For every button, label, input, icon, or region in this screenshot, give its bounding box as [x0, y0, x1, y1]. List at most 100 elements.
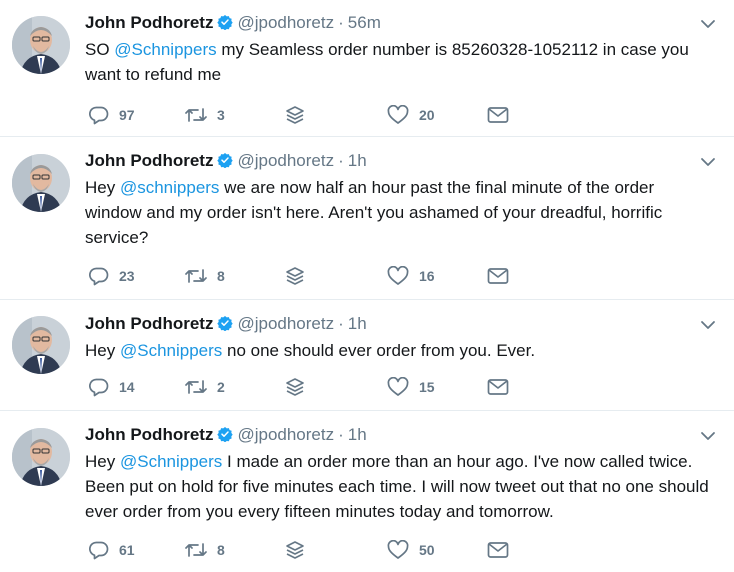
- reply-button[interactable]: 61: [89, 539, 135, 561]
- tweet-text: Hey @schnippers we are now half an hour …: [85, 175, 715, 250]
- tweet-card[interactable]: John Podhoretz @jpodhoretz · 56m SO @Schnip…: [0, 0, 734, 137]
- avatar[interactable]: [12, 316, 70, 374]
- tweet-text: Hey @Schnippers no one should ever order…: [85, 338, 715, 363]
- mention-link[interactable]: @schnippers: [120, 178, 219, 197]
- reply-count: 97: [119, 107, 135, 123]
- verified-badge-icon: [217, 316, 234, 331]
- stack-icon: [286, 267, 304, 285]
- separator-dot: ·: [338, 425, 344, 444]
- separator-dot: ·: [338, 314, 344, 333]
- separator-dot: ·: [338, 151, 344, 170]
- reply-icon: [89, 541, 109, 560]
- message-button[interactable]: [487, 104, 509, 126]
- reply-button[interactable]: 23: [89, 265, 135, 287]
- like-count: 15: [419, 379, 435, 395]
- heart-icon: [387, 266, 409, 285]
- message-button[interactable]: [487, 539, 509, 561]
- like-button[interactable]: 16: [387, 265, 435, 287]
- tweet-text-part: Hey: [85, 452, 120, 471]
- stack-icon: [286, 106, 304, 124]
- separator-dot: ·: [338, 13, 344, 32]
- verified-badge-icon: [217, 427, 234, 442]
- avatar-image: [12, 154, 70, 212]
- author-handle[interactable]: @jpodhoretz: [237, 425, 334, 444]
- stack-button[interactable]: [285, 104, 305, 126]
- timestamp[interactable]: 1h: [348, 151, 367, 170]
- timestamp[interactable]: 1h: [348, 425, 367, 444]
- retweet-button[interactable]: 8: [185, 265, 225, 287]
- tweet-header: John Podhoretz @jpodhoretz · 1h: [85, 313, 367, 335]
- like-button[interactable]: 50: [387, 539, 435, 561]
- tweet-text-part: Hey: [85, 178, 120, 197]
- heart-icon: [387, 105, 409, 124]
- message-button[interactable]: [487, 376, 509, 398]
- verified-badge-icon: [217, 153, 234, 168]
- like-button[interactable]: 15: [387, 376, 435, 398]
- avatar-image: [12, 316, 70, 374]
- tweet-text-part: no one should ever order from you. Ever.: [222, 341, 536, 360]
- timestamp[interactable]: 1h: [348, 314, 367, 333]
- stack-icon: [286, 541, 304, 559]
- retweet-count: 8: [217, 542, 225, 558]
- chevron-down-icon[interactable]: [700, 18, 716, 30]
- avatar[interactable]: [12, 16, 70, 74]
- avatar-image: [12, 428, 70, 486]
- like-button[interactable]: 20: [387, 104, 435, 126]
- stack-button[interactable]: [285, 376, 305, 398]
- author-handle[interactable]: @jpodhoretz: [237, 314, 334, 333]
- retweet-icon: [185, 269, 207, 283]
- heart-icon: [387, 377, 409, 396]
- tweet-card[interactable]: John Podhoretz @jpodhoretz · 1h Hey @schnip…: [0, 138, 734, 300]
- mention-link[interactable]: @Schnippers: [120, 341, 222, 360]
- tweet-text-part: SO: [85, 40, 115, 59]
- retweet-button[interactable]: 3: [185, 104, 225, 126]
- tweet-card[interactable]: John Podhoretz @jpodhoretz · 1h Hey @Schnip…: [0, 301, 734, 411]
- stack-button[interactable]: [285, 265, 305, 287]
- reply-icon: [89, 267, 109, 286]
- stack-icon: [286, 378, 304, 396]
- reply-icon: [89, 378, 109, 397]
- mention-link[interactable]: @Schnippers: [114, 40, 216, 59]
- author-name[interactable]: John Podhoretz: [85, 425, 213, 444]
- author-name[interactable]: John Podhoretz: [85, 314, 213, 333]
- retweet-count: 3: [217, 107, 225, 123]
- message-button[interactable]: [487, 265, 509, 287]
- envelope-icon: [487, 107, 509, 123]
- reply-count: 61: [119, 542, 135, 558]
- reply-button[interactable]: 97: [89, 104, 135, 126]
- retweet-button[interactable]: 8: [185, 539, 225, 561]
- reply-icon: [89, 106, 109, 125]
- envelope-icon: [487, 268, 509, 284]
- author-name[interactable]: John Podhoretz: [85, 151, 213, 170]
- chevron-down-icon[interactable]: [700, 156, 716, 168]
- reply-count: 14: [119, 379, 135, 395]
- retweet-button[interactable]: 2: [185, 376, 225, 398]
- avatar[interactable]: [12, 428, 70, 486]
- verified-badge-icon: [217, 15, 234, 30]
- chevron-down-icon[interactable]: [700, 319, 716, 331]
- like-count: 50: [419, 542, 435, 558]
- chevron-down-icon[interactable]: [700, 430, 716, 442]
- author-name[interactable]: John Podhoretz: [85, 13, 213, 32]
- retweet-icon: [185, 380, 207, 394]
- retweet-icon: [185, 108, 207, 122]
- tweet-text: SO @Schnippers my Seamless order number …: [85, 37, 715, 87]
- retweet-count: 8: [217, 268, 225, 284]
- tweet-card[interactable]: John Podhoretz @jpodhoretz · 1h Hey @Schnip…: [0, 412, 734, 572]
- envelope-icon: [487, 542, 509, 558]
- like-count: 16: [419, 268, 435, 284]
- retweet-count: 2: [217, 379, 225, 395]
- timestamp[interactable]: 56m: [348, 13, 381, 32]
- stack-button[interactable]: [285, 539, 305, 561]
- tweet-header: John Podhoretz @jpodhoretz · 56m: [85, 12, 381, 34]
- author-handle[interactable]: @jpodhoretz: [237, 151, 334, 170]
- tweet-header: John Podhoretz @jpodhoretz · 1h: [85, 424, 367, 446]
- reply-button[interactable]: 14: [89, 376, 135, 398]
- reply-count: 23: [119, 268, 135, 284]
- heart-icon: [387, 540, 409, 559]
- author-handle[interactable]: @jpodhoretz: [237, 13, 334, 32]
- avatar[interactable]: [12, 154, 70, 212]
- like-count: 20: [419, 107, 435, 123]
- mention-link[interactable]: @Schnippers: [120, 452, 222, 471]
- retweet-icon: [185, 543, 207, 557]
